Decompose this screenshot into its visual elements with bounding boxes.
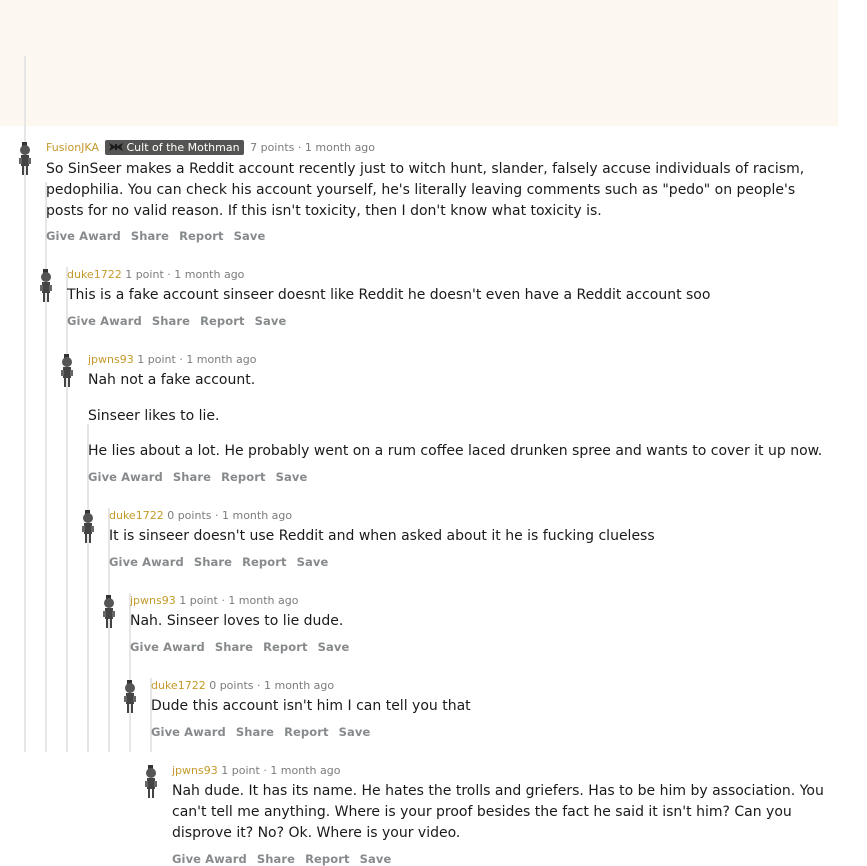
snoo-avatar-icon[interactable] <box>60 354 74 388</box>
comment-text: So SinSeer makes a Reddit account recent… <box>46 161 805 219</box>
comment-text: Sinseer likes to lie. <box>88 408 220 424</box>
snoo-avatar-icon[interactable] <box>144 765 158 799</box>
save-button[interactable]: Save <box>318 640 350 654</box>
comment-text: Nah not a fake account. <box>88 372 256 388</box>
give-award-button[interactable]: Give Award <box>130 640 205 654</box>
comment-meta: FusionJKA Cult of the Mothman 7 points ·… <box>46 140 375 155</box>
score: 7 points <box>250 141 295 154</box>
score: 0 points <box>209 679 254 692</box>
give-award-button[interactable]: Give Award <box>88 470 163 484</box>
meta-separator: · <box>263 764 267 777</box>
share-button[interactable]: Share <box>173 470 211 484</box>
author-link[interactable]: jpwns93 <box>88 353 134 366</box>
report-button[interactable]: Report <box>242 555 287 569</box>
timestamp[interactable]: 1 month ago <box>186 353 256 366</box>
comment-body: This is a fake account sinseer doesnt li… <box>67 285 837 306</box>
save-button[interactable]: Save <box>339 725 371 739</box>
snoo-avatar-icon[interactable] <box>102 595 116 629</box>
give-award-button[interactable]: Give Award <box>46 229 121 243</box>
timestamp[interactable]: 1 month ago <box>222 509 292 522</box>
score: 1 point <box>125 268 164 281</box>
comment-text: Dude this account isn't him I can tell y… <box>151 698 471 714</box>
comment-meta: duke1722 0 points · 1 month ago <box>151 679 334 693</box>
comment-body: Nah not a fake account. Sinseer likes to… <box>88 370 838 462</box>
author-link[interactable]: duke1722 <box>151 679 206 692</box>
report-button[interactable]: Report <box>305 852 350 866</box>
timestamp[interactable]: 1 month ago <box>264 679 334 692</box>
snoo-avatar-icon[interactable] <box>123 680 137 714</box>
comment-body: Nah. Sinseer loves to lie dude. <box>130 611 840 632</box>
share-button[interactable]: Share <box>236 725 274 739</box>
comment-text: It is sinseer doesn't use Reddit and whe… <box>109 528 655 544</box>
report-button[interactable]: Report <box>263 640 308 654</box>
share-button[interactable]: Share <box>152 314 190 328</box>
comment-meta: jpwns93 1 point · 1 month ago <box>172 764 340 778</box>
meta-separator: · <box>221 594 225 607</box>
report-button[interactable]: Report <box>179 229 224 243</box>
comment-actions: Give Award Share Report Save <box>109 555 338 569</box>
comment-text: Nah dude. It has its name. He hates the … <box>172 783 824 841</box>
share-button[interactable]: Share <box>194 555 232 569</box>
author-link[interactable]: jpwns93 <box>172 764 218 777</box>
share-button[interactable]: Share <box>257 852 295 866</box>
user-flair: Cult of the Mothman <box>105 140 244 155</box>
comment-meta: jpwns93 1 point · 1 month ago <box>88 353 256 367</box>
score: 1 point <box>221 764 260 777</box>
score: 1 point <box>179 594 218 607</box>
save-button[interactable]: Save <box>360 852 392 866</box>
share-button[interactable]: Share <box>131 229 169 243</box>
comment-body: Nah dude. It has its name. He hates the … <box>172 781 832 844</box>
timestamp[interactable]: 1 month ago <box>270 764 340 777</box>
score: 0 points <box>167 509 212 522</box>
meta-separator: · <box>179 353 183 366</box>
comment-actions: Give Award Share Report Save <box>151 725 380 739</box>
author-link[interactable]: duke1722 <box>109 509 164 522</box>
save-button[interactable]: Save <box>276 470 308 484</box>
snoo-avatar-icon[interactable] <box>18 142 32 176</box>
mothman-icon <box>109 143 124 151</box>
comment-text: This is a fake account sinseer doesnt li… <box>67 287 711 303</box>
thread-line[interactable] <box>66 267 68 752</box>
comment-actions: Give Award Share Report Save <box>88 470 317 484</box>
timestamp[interactable]: 1 month ago <box>174 268 244 281</box>
comment-body: It is sinseer doesn't use Reddit and whe… <box>109 526 839 547</box>
save-button[interactable]: Save <box>297 555 329 569</box>
comment-meta: duke1722 1 point · 1 month ago <box>67 268 244 282</box>
comment-body: Dude this account isn't him I can tell y… <box>151 696 841 717</box>
meta-separator: · <box>297 141 302 154</box>
meta-separator: · <box>167 268 171 281</box>
report-button[interactable]: Report <box>200 314 245 328</box>
comment-actions: Give Award Share Report Save <box>67 314 296 328</box>
save-button[interactable]: Save <box>234 229 266 243</box>
score: 1 point <box>137 353 176 366</box>
comment-text: He lies about a lot. He probably went on… <box>88 443 823 459</box>
author-link[interactable]: duke1722 <box>67 268 122 281</box>
save-button[interactable]: Save <box>255 314 287 328</box>
author-link[interactable]: jpwns93 <box>130 594 176 607</box>
comment-meta: jpwns93 1 point · 1 month ago <box>130 594 298 608</box>
comment-text: Nah. Sinseer loves to lie dude. <box>130 613 344 629</box>
meta-separator: · <box>256 679 261 692</box>
comment-body: So SinSeer makes a Reddit account recent… <box>46 159 832 222</box>
comment-actions: Give Award Share Report Save <box>46 229 275 243</box>
comment-meta: duke1722 0 points · 1 month ago <box>109 509 292 523</box>
report-button[interactable]: Report <box>284 725 329 739</box>
thread-line[interactable] <box>45 182 47 752</box>
snoo-avatar-icon[interactable] <box>39 269 53 303</box>
author-link[interactable]: FusionJKA <box>46 141 99 154</box>
give-award-button[interactable]: Give Award <box>67 314 142 328</box>
share-button[interactable]: Share <box>215 640 253 654</box>
timestamp[interactable]: 1 month ago <box>305 141 375 154</box>
give-award-button[interactable]: Give Award <box>172 852 247 866</box>
give-award-button[interactable]: Give Award <box>151 725 226 739</box>
give-award-button[interactable]: Give Award <box>109 555 184 569</box>
meta-separator: · <box>214 509 219 522</box>
comment-actions: Give Award Share Report Save <box>130 640 359 654</box>
snoo-avatar-icon[interactable] <box>81 510 95 544</box>
report-button[interactable]: Report <box>221 470 266 484</box>
timestamp[interactable]: 1 month ago <box>228 594 298 607</box>
highlighted-comment-bg <box>0 0 838 126</box>
comment-actions: Give Award Share Report Save <box>172 852 401 866</box>
